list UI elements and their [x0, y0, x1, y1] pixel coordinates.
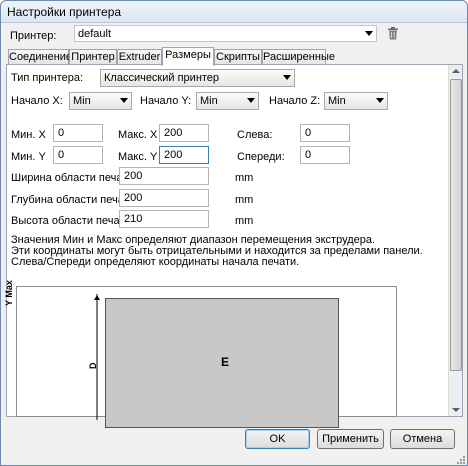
printer-type-select[interactable]: Классический принтер	[100, 69, 295, 87]
start-y-select[interactable]: Min	[196, 92, 259, 110]
vertical-scrollbar[interactable]	[448, 65, 462, 416]
start-x-select[interactable]: Min	[69, 92, 132, 110]
print-width-field[interactable]: 200	[119, 167, 209, 185]
tab-connection[interactable]: Соединение	[8, 49, 72, 65]
start-y-label: Начало Y:	[140, 95, 192, 107]
left-label: Слева:	[237, 129, 273, 141]
scroll-down-icon[interactable]	[452, 408, 460, 412]
printer-settings-dialog: Настройки принтера Принтер: default Соед…	[0, 0, 468, 466]
print-width-unit: mm	[235, 172, 254, 184]
printer-select-value: default	[78, 28, 112, 40]
max-y-label: Макс. Y	[118, 151, 158, 163]
print-depth-field[interactable]: 200	[119, 189, 209, 207]
chevron-down-icon	[376, 98, 384, 103]
front-field[interactable]: 0	[300, 146, 350, 164]
print-width-label: Ширина области печати:	[11, 172, 137, 184]
printer-label: Принтер:	[10, 30, 57, 42]
max-y-field[interactable]: 200	[159, 146, 209, 164]
title-bar: Настройки принтера	[1, 1, 467, 23]
print-height-unit: mm	[235, 215, 254, 227]
tab-scripts[interactable]: Скрипты	[214, 49, 262, 65]
d-dimension-label: D	[88, 362, 98, 370]
print-depth-unit: mm	[235, 194, 254, 206]
e-label: E	[221, 355, 230, 369]
min-y-label: Мин. Y	[11, 151, 46, 163]
min-x-label: Мин. X	[11, 129, 46, 141]
tab-advanced[interactable]: Расширенные	[262, 49, 335, 65]
tab-printer[interactable]: Принтер	[69, 49, 117, 65]
ok-button[interactable]: OK	[245, 429, 310, 449]
max-x-field[interactable]: 200	[159, 124, 209, 142]
window-title: Настройки принтера	[7, 5, 122, 19]
cancel-button[interactable]: Отмена	[390, 429, 455, 449]
max-x-label: Макс. X	[118, 129, 158, 141]
print-height-label: Высота области печати:	[11, 215, 134, 227]
printer-type-label: Тип принтера:	[11, 72, 84, 84]
scroll-up-icon[interactable]	[452, 69, 460, 73]
min-x-field[interactable]: 0	[53, 124, 103, 142]
start-z-select[interactable]: Min	[324, 92, 388, 110]
print-height-field[interactable]: 210	[119, 210, 209, 228]
note-line-3: Слева/Спереди определяют координаты нача…	[11, 256, 300, 268]
tab-dimensions[interactable]: Размеры	[162, 47, 214, 66]
min-y-field[interactable]: 0	[53, 146, 103, 164]
chevron-down-icon	[247, 98, 255, 103]
start-z-label: Начало Z:	[269, 95, 321, 107]
chevron-down-icon	[283, 75, 291, 80]
apply-button[interactable]: Применить	[317, 429, 384, 449]
start-x-label: Начало X:	[11, 95, 63, 107]
depth-dimension-line	[94, 294, 100, 420]
chevron-down-icon	[365, 31, 373, 36]
left-field[interactable]: 0	[300, 124, 350, 142]
resize-grip-icon[interactable]	[456, 455, 466, 465]
tab-extruder[interactable]: Extruder	[117, 49, 162, 65]
scroll-thumb[interactable]	[450, 79, 462, 371]
trash-icon[interactable]	[387, 27, 399, 40]
y-max-axis-label: Y Max	[4, 280, 14, 306]
front-label: Спереди:	[237, 151, 285, 163]
printer-select[interactable]: default	[74, 25, 377, 42]
chevron-down-icon	[120, 98, 128, 103]
